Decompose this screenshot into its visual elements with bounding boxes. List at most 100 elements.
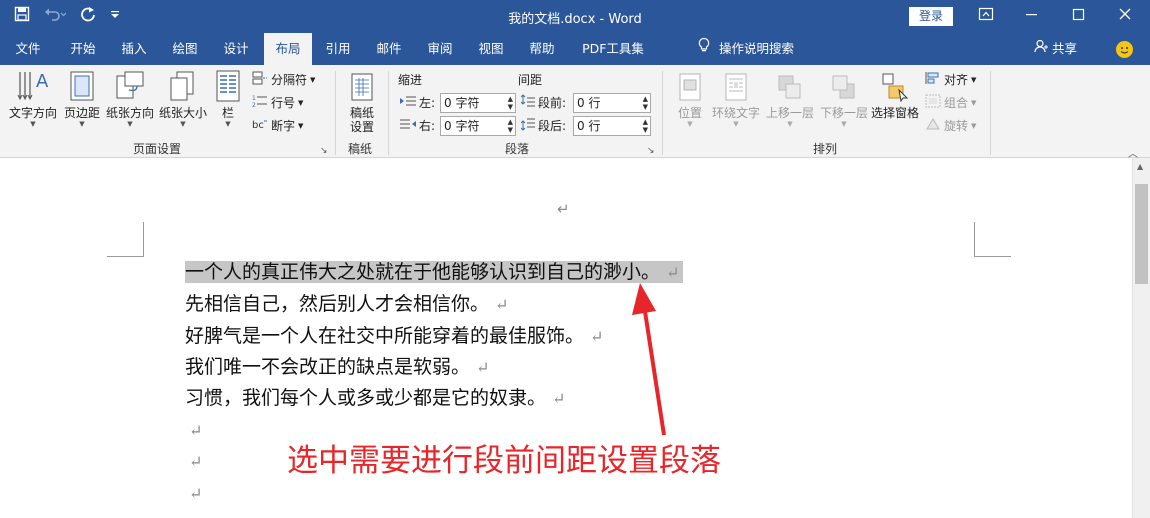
crop-mark-left (107, 222, 144, 257)
page-setup-group-label: 页面设置 (133, 142, 182, 156)
text-direction-button[interactable]: A 文字方向 ▼ (6, 70, 60, 128)
tell-me-search[interactable]: 操作说明搜索 (697, 33, 794, 65)
svg-text:2: 2 (252, 102, 256, 108)
line-numbers-button[interactable]: 12 行号 ▼ (252, 94, 303, 111)
selection-pane-icon (870, 70, 920, 102)
wrap-text-button[interactable]: 环绕文字 ▼ (710, 70, 762, 128)
size-icon (158, 70, 208, 102)
spacing-header: 间距 (518, 73, 543, 87)
paragraph-mark: ↵ (557, 200, 570, 218)
spacing-after-input[interactable]: 0 行 ▲ ▼ (573, 116, 651, 136)
rotate-icon (925, 117, 941, 134)
tab-layout[interactable]: 布局 (264, 33, 312, 65)
spacing-before-icon (520, 94, 535, 111)
group-separator (990, 71, 991, 155)
send-backward-icon (818, 70, 870, 102)
indent-right-icon (400, 118, 416, 133)
spacing-after-icon (520, 117, 535, 134)
minimize-icon[interactable] (1024, 6, 1040, 25)
empty-paragraph[interactable]: ↵ (185, 478, 202, 508)
scrollbar-thumb[interactable] (1135, 184, 1148, 284)
ribbon-display-options-icon[interactable] (978, 6, 994, 25)
tab-home[interactable]: 开始 (62, 33, 104, 65)
document-line[interactable]: 我们唯一不会改正的缺点是软弱。 ↵ (185, 352, 489, 382)
spinner-arrows-icon[interactable]: ▲ ▼ (643, 118, 648, 134)
tab-file[interactable]: 文件 (7, 33, 49, 65)
tab-mailings[interactable]: 邮件 (368, 33, 410, 65)
document-line[interactable]: 好脾气是一个人在社交中所能穿着的最佳服饰。 ↵ (185, 321, 603, 351)
annotation-text: 选中需要进行段前间距设置段落 (287, 443, 721, 479)
svg-text:1: 1 (252, 95, 256, 102)
page-setup-launcher-icon[interactable]: ↘ (320, 146, 328, 156)
tab-pdf-tools[interactable]: PDF工具集 (574, 33, 652, 65)
spacing-after-label: 段后: (520, 117, 566, 134)
title-bar: 我的文档.docx - Word 登录 (0, 0, 1150, 33)
text-direction-icon: A (6, 70, 60, 102)
empty-paragraph[interactable]: ↵ (185, 415, 202, 445)
tab-review[interactable]: 审阅 (419, 33, 461, 65)
feedback-smiley-icon[interactable] (1116, 41, 1133, 58)
tab-design[interactable]: 设计 (215, 33, 257, 65)
login-button[interactable]: 登录 (909, 7, 953, 26)
indent-right-input[interactable]: 0 字符 ▲ ▼ (440, 116, 516, 136)
empty-paragraph[interactable]: ↵ (185, 446, 202, 476)
person-icon (1034, 33, 1048, 65)
manuscript-icon (343, 70, 381, 102)
tell-me-label: 操作说明搜索 (719, 41, 795, 56)
hyphenation-button[interactable]: bc 断字 ▼ (252, 117, 303, 134)
bring-forward-icon (764, 70, 816, 102)
spinner-arrows-icon[interactable]: ▲ ▼ (508, 118, 513, 134)
columns-icon (213, 70, 243, 102)
indent-left-label: 左: (400, 94, 435, 111)
wrap-text-icon (710, 70, 762, 102)
align-button[interactable]: 对齐 ▼ (925, 71, 976, 88)
rotate-button[interactable]: 旋转 ▼ (925, 117, 976, 134)
share-button[interactable]: 共享 (1034, 33, 1077, 65)
spacing-before-input[interactable]: 0 行 ▲ ▼ (573, 93, 651, 113)
group-button[interactable]: 组合 ▼ (925, 94, 976, 111)
tab-insert[interactable]: 插入 (113, 33, 155, 65)
selection-pane-button[interactable]: 选择窗格 (870, 70, 920, 120)
line-numbers-icon: 12 (252, 94, 268, 111)
columns-button[interactable]: 栏 ▼ (213, 70, 243, 128)
size-button[interactable]: 纸张大小 ▼ (158, 70, 208, 128)
breaks-button[interactable]: 分隔符 ▼ (252, 71, 315, 88)
scroll-up-icon[interactable]: ▲ (1137, 162, 1143, 171)
vertical-scrollbar[interactable]: ▲ (1132, 158, 1150, 518)
document-line[interactable]: 先相信自己，然后别人才会相信你。 ↵ (185, 289, 508, 319)
indent-left-input[interactable]: 0 字符 ▲ ▼ (440, 93, 516, 113)
spinner-arrows-icon[interactable]: ▲ ▼ (643, 95, 648, 111)
margins-button[interactable]: 页边距 ▼ (62, 70, 102, 128)
tab-view[interactable]: 视图 (470, 33, 512, 65)
indent-left-icon (400, 95, 416, 110)
manuscript-group-label: 稿纸 (348, 142, 373, 156)
ribbon-layout-panel: A 文字方向 ▼ 页边距 ▼ 纸张方向 ▼ 纸张大小 ▼ 栏 ▼ 分隔符 ▼ 1… (0, 65, 1150, 160)
crop-mark-right (974, 222, 1011, 257)
breaks-icon (252, 71, 268, 88)
position-button[interactable]: 位置 ▼ (672, 70, 708, 128)
maximize-icon[interactable] (1071, 6, 1087, 25)
group-separator (662, 71, 663, 155)
tab-draw[interactable]: 绘图 (164, 33, 206, 65)
annotation-arrow (632, 283, 666, 436)
svg-text:bc: bc (252, 120, 264, 131)
spinner-arrows-icon[interactable]: ▲ ▼ (508, 95, 513, 111)
hyphenation-icon: bc (252, 117, 268, 134)
align-icon (925, 71, 941, 88)
paragraph-launcher-icon[interactable]: ↘ (647, 146, 655, 156)
indent-header: 缩进 (398, 73, 423, 87)
orientation-icon (103, 70, 157, 102)
spacing-before-label: 段前: (520, 94, 566, 111)
tab-references[interactable]: 引用 (317, 33, 359, 65)
margins-icon (62, 70, 102, 102)
send-backward-button[interactable]: 下移一层 ▼ (818, 70, 870, 128)
manuscript-settings-button[interactable]: 稿纸 设置 (343, 70, 381, 134)
arrange-group-label: 排列 (813, 142, 838, 156)
document-line-selected[interactable]: 一个人的真正伟大之处就在于他能够认识到自己的渺小。 ↵ (185, 257, 684, 287)
close-icon[interactable] (1117, 6, 1133, 25)
group-separator (335, 71, 336, 155)
orientation-button[interactable]: 纸张方向 ▼ (103, 70, 157, 128)
document-line[interactable]: 习惯，我们每个人或多或少都是它的奴隶。 ↵ (185, 383, 565, 413)
bring-forward-button[interactable]: 上移一层 ▼ (764, 70, 816, 128)
tab-help[interactable]: 帮助 (521, 33, 563, 65)
